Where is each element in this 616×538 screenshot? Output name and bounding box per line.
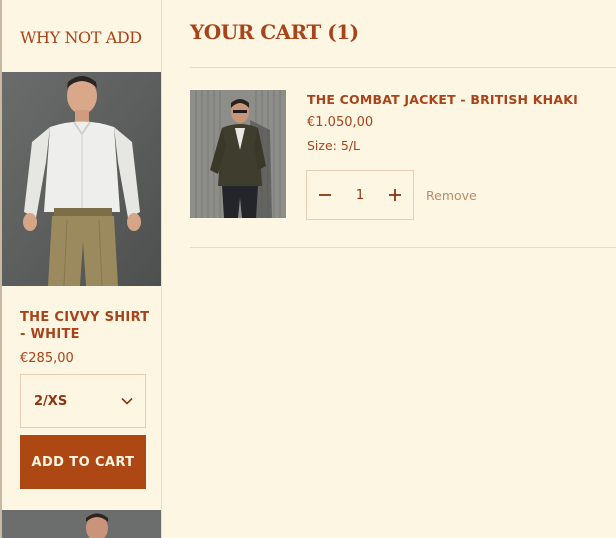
cart-drawer: WHY NOT ADD THE CIVVY SHIRT - WHITE €285… [0,0,616,538]
chevron-down-icon [121,397,133,405]
cart-item-size: Size: 5/L [307,138,360,153]
quantity-value[interactable]: 1 [343,188,377,203]
jacket-model-illustration [190,90,286,218]
minus-icon [319,186,331,205]
plus-icon [389,186,401,205]
cart-item-price: €1.050,00 [307,115,374,130]
upsell-product-image[interactable] [2,72,161,286]
divider [190,67,616,68]
shirt-model-illustration [2,72,161,286]
increase-quantity-button[interactable] [377,171,413,219]
remove-item-link[interactable]: Remove [426,188,477,203]
cart-item-size-value: 5/L [340,138,361,153]
upsell-product-price: €285,00 [20,351,74,366]
cart-item-image[interactable] [190,90,286,218]
upsell-product-name[interactable]: THE CIVVY SHIRT - WHITE [20,309,152,343]
cart-title: YOUR CART (1) [190,20,359,44]
size-select[interactable]: 2/XS [20,374,146,428]
upsell-panel: WHY NOT ADD THE CIVVY SHIRT - WHITE €285… [0,0,162,538]
divider [190,247,616,248]
upsell-title: WHY NOT ADD [20,28,142,47]
upsell-next-product-image[interactable] [2,510,161,538]
quantity-stepper: 1 [306,170,414,220]
decrease-quantity-button[interactable] [307,171,343,219]
add-to-cart-button[interactable]: ADD TO CART [20,435,146,489]
cart-item-name[interactable]: THE COMBAT JACKET - BRITISH KHAKI [307,92,578,107]
next-model-illustration [2,510,161,538]
cart-item-size-label: Size: [307,138,337,153]
size-select-value: 2/XS [34,393,68,409]
